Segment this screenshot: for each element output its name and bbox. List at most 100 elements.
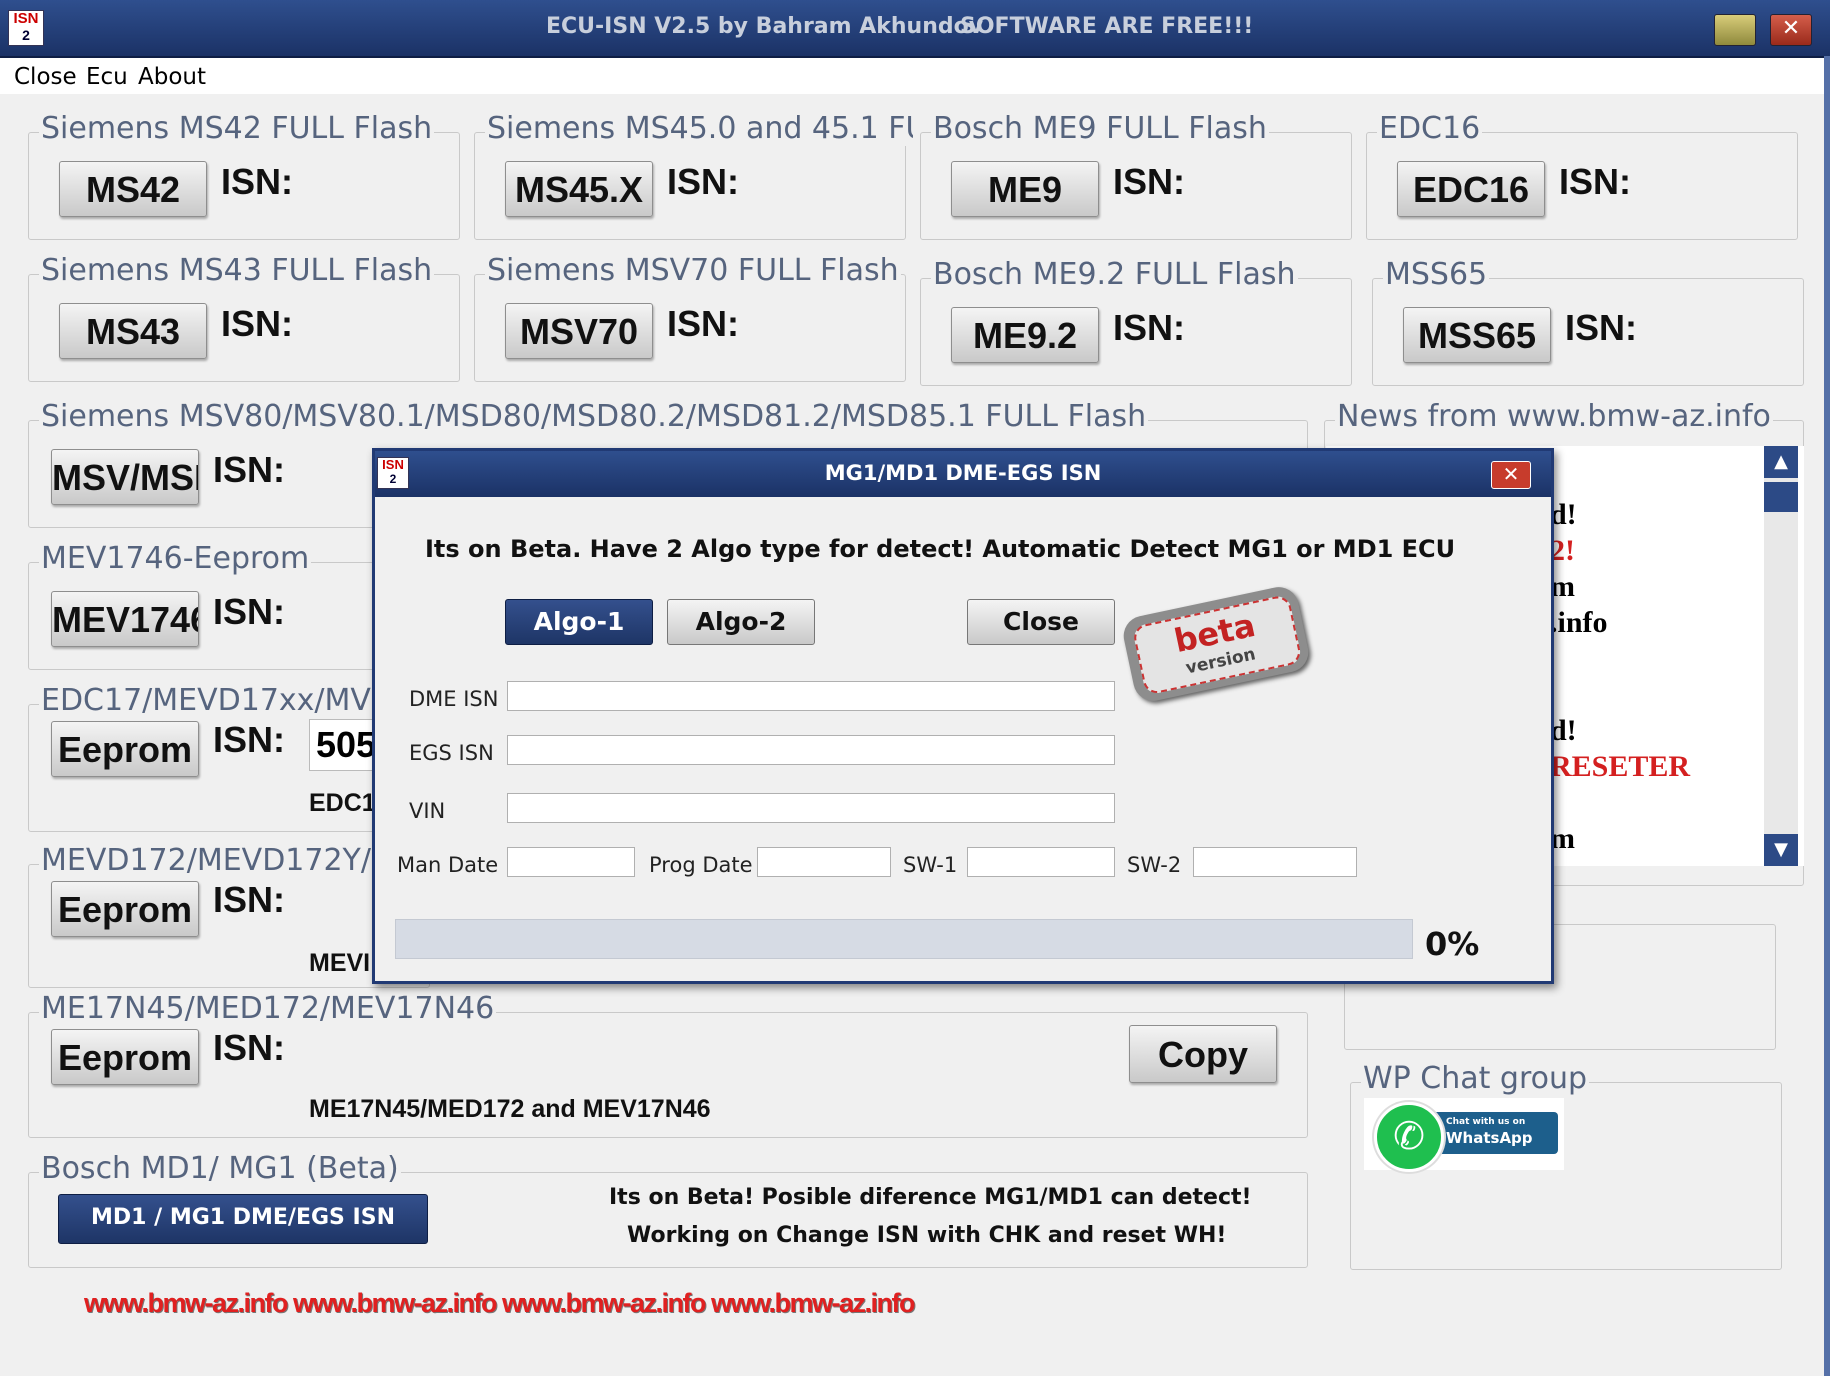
progress-percent: 0% — [1425, 925, 1480, 963]
dialog-titlebar: ISN 2 MG1/MD1 DME-EGS ISN ✕ — [375, 451, 1551, 497]
group-msv80-title: Siemens MSV80/MSV80.1/MSD80/MSD80.2/MSD8… — [39, 399, 1149, 434]
group-me92: Bosch ME9.2 FULL Flash ME9.2 ISN: — [920, 257, 1352, 386]
whatsapp-label: Chat with us on WhatsApp — [1426, 1112, 1558, 1154]
dialog-close-button[interactable]: Close — [967, 599, 1115, 645]
edc16-button[interactable]: EDC16 — [1397, 161, 1545, 217]
ms43-isn-label: ISN: — [221, 303, 293, 344]
sw1-label: SW-1 — [903, 853, 958, 877]
beta-version-badge: beta version — [1120, 583, 1312, 705]
sw2-field[interactable] — [1193, 847, 1357, 877]
mev1746-button[interactable]: MEV1746 — [51, 591, 199, 647]
me17-eeprom-button[interactable]: Eeprom — [51, 1029, 199, 1085]
news-line: d! — [1550, 498, 1577, 531]
msv80-isn-label: ISN: — [213, 449, 285, 490]
me92-button[interactable]: ME9.2 — [951, 307, 1099, 363]
window-slogan: SOFTWARE ARE FREE!!! — [960, 14, 1254, 39]
scroll-thumb[interactable] — [1764, 482, 1798, 512]
group-mss65-title: MSS65 — [1383, 257, 1490, 292]
msv70-button[interactable]: MSV70 — [505, 303, 653, 359]
me9-isn-label: ISN: — [1113, 161, 1185, 202]
window-titlebar: ISN 2 ECU-ISN V2.5 by Bahram Akhundov SOF… — [0, 0, 1830, 58]
app-logo-icon: ISN 2 — [8, 10, 44, 46]
md1-note-2: Working on Change ISN with CHK and reset… — [627, 1223, 1227, 1248]
group-ms42: Siemens MS42 FULL Flash MS42 ISN: — [28, 111, 460, 240]
vin-field[interactable] — [507, 793, 1115, 823]
prog-date-label: Prog Date — [649, 853, 753, 877]
group-ms42-title: Siemens MS42 FULL Flash — [39, 111, 435, 146]
algo-2-button[interactable]: Algo-2 — [667, 599, 815, 645]
group-me9-title: Bosch ME9 FULL Flash — [931, 111, 1269, 146]
ms45-button[interactable]: MS45.X — [505, 161, 653, 217]
close-window-button[interactable]: ✕ — [1770, 14, 1812, 46]
man-date-field[interactable] — [507, 847, 635, 877]
group-mev1746-title: MEV1746-Eeprom — [39, 541, 312, 576]
minimize-button[interactable] — [1714, 14, 1756, 46]
menu-bar: Close Ecu About — [0, 58, 1830, 94]
me17-copy-button[interactable]: Copy — [1129, 1025, 1277, 1083]
vin-label: VIN — [409, 799, 446, 823]
group-edc16: EDC16 EDC16 ISN: — [1366, 111, 1798, 240]
md1-mg1-dme-egs-button[interactable]: MD1 / MG1 DME/EGS ISN — [58, 1194, 428, 1244]
group-md1-title: Bosch MD1/ MG1 (Beta) — [39, 1151, 401, 1186]
group-ms43-title: Siemens MS43 FULL Flash — [39, 253, 435, 288]
edc16-isn-label: ISN: — [1559, 161, 1631, 202]
sw1-field[interactable] — [967, 847, 1115, 877]
news-line: d! — [1550, 714, 1577, 747]
ms43-button[interactable]: MS43 — [59, 303, 207, 359]
group-msv70: Siemens MSV70 FULL Flash MSV70 ISN: — [474, 253, 906, 382]
ms45-isn-label: ISN: — [667, 161, 739, 202]
ms42-isn-label: ISN: — [221, 161, 293, 202]
news-line: RESETER — [1550, 750, 1691, 783]
sw2-label: SW-2 — [1127, 853, 1182, 877]
group-msv70-title: Siemens MSV70 FULL Flash — [485, 253, 901, 288]
ms42-button[interactable]: MS42 — [59, 161, 207, 217]
menu-about[interactable]: About — [138, 64, 206, 90]
group-edc17-title: EDC17/MEVD17xx/MVD — [39, 683, 397, 718]
group-mss65: MSS65 MSS65 ISN: — [1372, 257, 1804, 386]
mg1-md1-dialog: ISN 2 MG1/MD1 DME-EGS ISN ✕ Its on Beta. … — [372, 448, 1554, 984]
whatsapp-icon: ✆ — [1374, 1102, 1444, 1172]
news-scrollbar[interactable]: ▲ ▼ — [1764, 446, 1798, 866]
mevd172-eeprom-button[interactable]: Eeprom — [51, 881, 199, 937]
mev1746-isn-label: ISN: — [213, 591, 285, 632]
group-edc17: EDC17/MEVD17xx/MVD Eeprom ISN: 505 EDC1 — [28, 683, 437, 832]
whatsapp-badge[interactable]: Chat with us on WhatsApp ✆ — [1364, 1098, 1564, 1172]
edc17-eeprom-button[interactable]: Eeprom — [51, 721, 199, 777]
mevd172-caption: MEVI — [309, 949, 371, 977]
algo-1-button[interactable]: Algo-1 — [505, 599, 653, 645]
egs-isn-label: EGS ISN — [409, 741, 494, 765]
group-mev1746: MEV1746-Eeprom MEV1746 ISN: — [28, 541, 430, 670]
dialog-close-icon[interactable]: ✕ — [1491, 461, 1531, 489]
scroll-up-icon[interactable]: ▲ — [1764, 446, 1798, 478]
window-title: ECU-ISN V2.5 by Bahram Akhundov — [546, 14, 984, 39]
prog-date-field[interactable] — [757, 847, 891, 877]
dialog-title: MG1/MD1 DME-EGS ISN — [824, 461, 1102, 485]
edc17-isn-label: ISN: — [213, 719, 285, 760]
dme-isn-field[interactable] — [507, 681, 1115, 711]
group-ms43: Siemens MS43 FULL Flash MS43 ISN: — [28, 253, 460, 382]
group-me17-title: ME17N45/MED172/MEV17N46 — [39, 991, 497, 1026]
window-right-border — [1824, 56, 1830, 1376]
edc17-caption: EDC1 — [309, 789, 376, 817]
dme-isn-label: DME ISN — [409, 687, 499, 711]
group-me92-title: Bosch ME9.2 FULL Flash — [931, 257, 1298, 292]
website-links[interactable]: www.bmw-az.info www.bmw-az.info www.bmw-… — [84, 1288, 915, 1319]
group-me9: Bosch ME9 FULL Flash ME9 ISN: — [920, 111, 1352, 240]
man-date-label: Man Date — [397, 853, 499, 877]
news-line: .info — [1550, 606, 1608, 639]
me9-button[interactable]: ME9 — [951, 161, 1099, 217]
me92-isn-label: ISN: — [1113, 307, 1185, 348]
msv80-button[interactable]: MSV/MSD — [51, 449, 199, 505]
group-mevd172: MEVD172/MEVD172Y/M Eeprom ISN: MEVI — [28, 843, 430, 988]
group-mevd172-title: MEVD172/MEVD172Y/M — [39, 843, 399, 878]
me17-caption: ME17N45/MED172 and MEV17N46 — [309, 1095, 711, 1123]
scroll-down-icon[interactable]: ▼ — [1764, 834, 1798, 866]
egs-isn-field[interactable] — [507, 735, 1115, 765]
menu-close[interactable]: Close — [14, 64, 77, 90]
dialog-message: Its on Beta. Have 2 Algo type for detect… — [425, 535, 1456, 563]
menu-ecu[interactable]: Ecu — [86, 64, 128, 90]
wp-chat-title: WP Chat group — [1361, 1061, 1590, 1096]
news-title: News from www.bmw-az.info — [1335, 399, 1773, 434]
mss65-button[interactable]: MSS65 — [1403, 307, 1551, 363]
msv70-isn-label: ISN: — [667, 303, 739, 344]
